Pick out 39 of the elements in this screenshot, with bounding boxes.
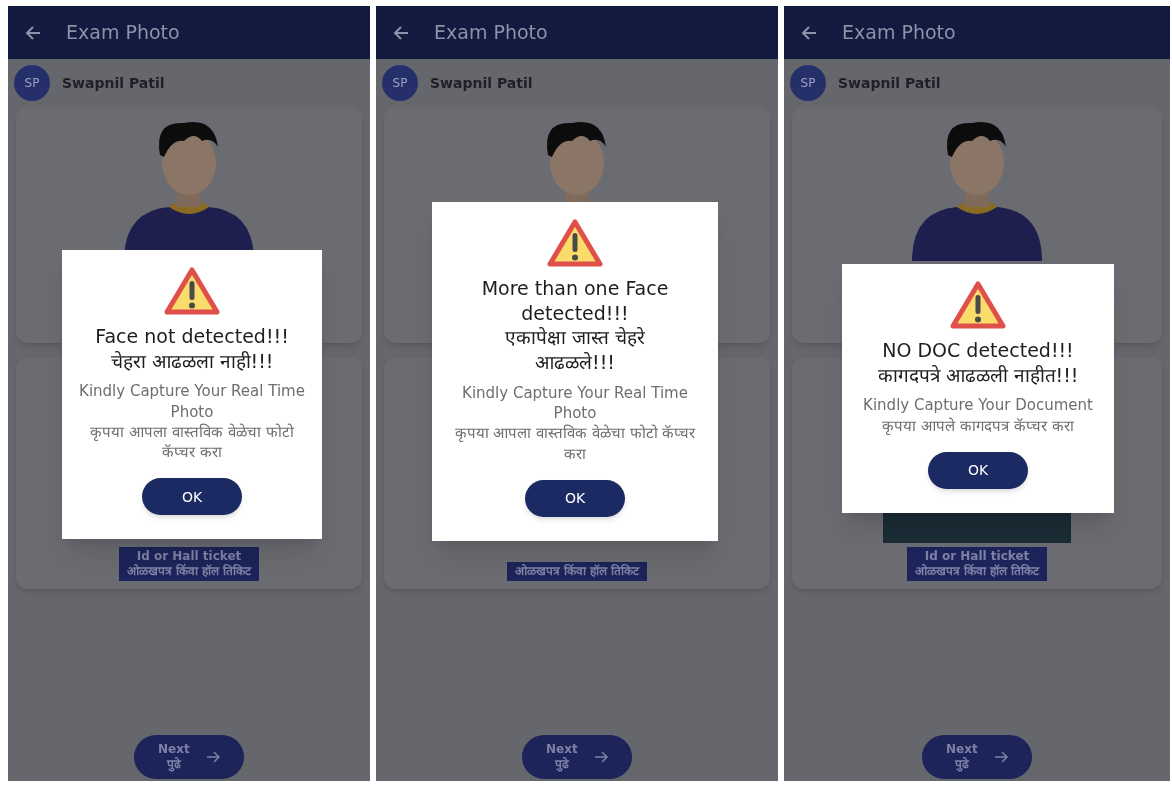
arrow-right-icon [994, 751, 1008, 763]
alert-message: Kindly Capture Your Real Time Photo [78, 381, 306, 422]
id-hall-ticket-button[interactable]: Id or Hall ticket ओळखपत्र किंवा हॉल तिकिट [118, 547, 260, 581]
alert-title: Face not detected!!! [95, 324, 289, 349]
next-button[interactable]: Next पुढे [922, 735, 1032, 779]
back-arrow-icon[interactable] [24, 23, 42, 42]
id-hall-ticket-button[interactable]: Id or Hall ticket ओळखपत्र किंवा हॉल तिकिट [906, 547, 1048, 581]
arrow-right-icon [594, 751, 608, 763]
user-avatar: SP [382, 65, 418, 101]
warning-icon [164, 266, 220, 316]
next-button[interactable]: Next पुढे [134, 735, 244, 779]
ok-button[interactable]: OK [525, 479, 625, 517]
next-button[interactable]: Next पुढे [522, 735, 632, 779]
alert-message: कृपया आपले कागदपत्र कॅप्चर करा [882, 415, 1074, 436]
alert-title: NO DOC detected!!! [882, 338, 1074, 363]
alert-title: चेहरा आढळला नाही!!! [110, 348, 274, 374]
user-name: Swapnil Patil [838, 74, 941, 93]
screen-title: Exam Photo [434, 20, 548, 46]
screen-title: Exam Photo [842, 20, 956, 46]
ok-button[interactable]: OK [928, 451, 1028, 489]
alert-title: एकापेक्षा जास्त चेहरे आढळले!!! [503, 325, 647, 375]
warning-icon [950, 280, 1006, 330]
alert-message: कृपया आपला वास्तविक वेळेचा फोटो कॅप्चर करा [89, 421, 295, 463]
ok-button[interactable]: OK [142, 478, 242, 516]
alert-title: More than one Face detected!!! [480, 276, 670, 326]
alert-message: कृपया आपला वास्तविक वेळेचा फोटो कॅप्चर करा [453, 423, 697, 464]
arrow-right-icon [206, 751, 220, 763]
user-avatar: SP [790, 65, 826, 101]
alert-title: कागदपत्रे आढळली नाहीत!!! [877, 362, 1079, 388]
alert-message: Kindly Capture Your Document [863, 395, 1093, 416]
user-name: Swapnil Patil [430, 74, 533, 93]
user-avatar: SP [14, 65, 50, 101]
alert-message: Kindly Capture Your Real Time Photo [461, 382, 689, 424]
id-hall-ticket-button[interactable]: ओळखपत्र किंवा हॉल तिकिट [506, 562, 648, 581]
screen-title: Exam Photo [66, 20, 180, 46]
back-arrow-icon[interactable] [392, 23, 410, 42]
warning-icon [547, 218, 603, 268]
user-name: Swapnil Patil [62, 74, 165, 93]
back-arrow-icon[interactable] [800, 23, 818, 42]
